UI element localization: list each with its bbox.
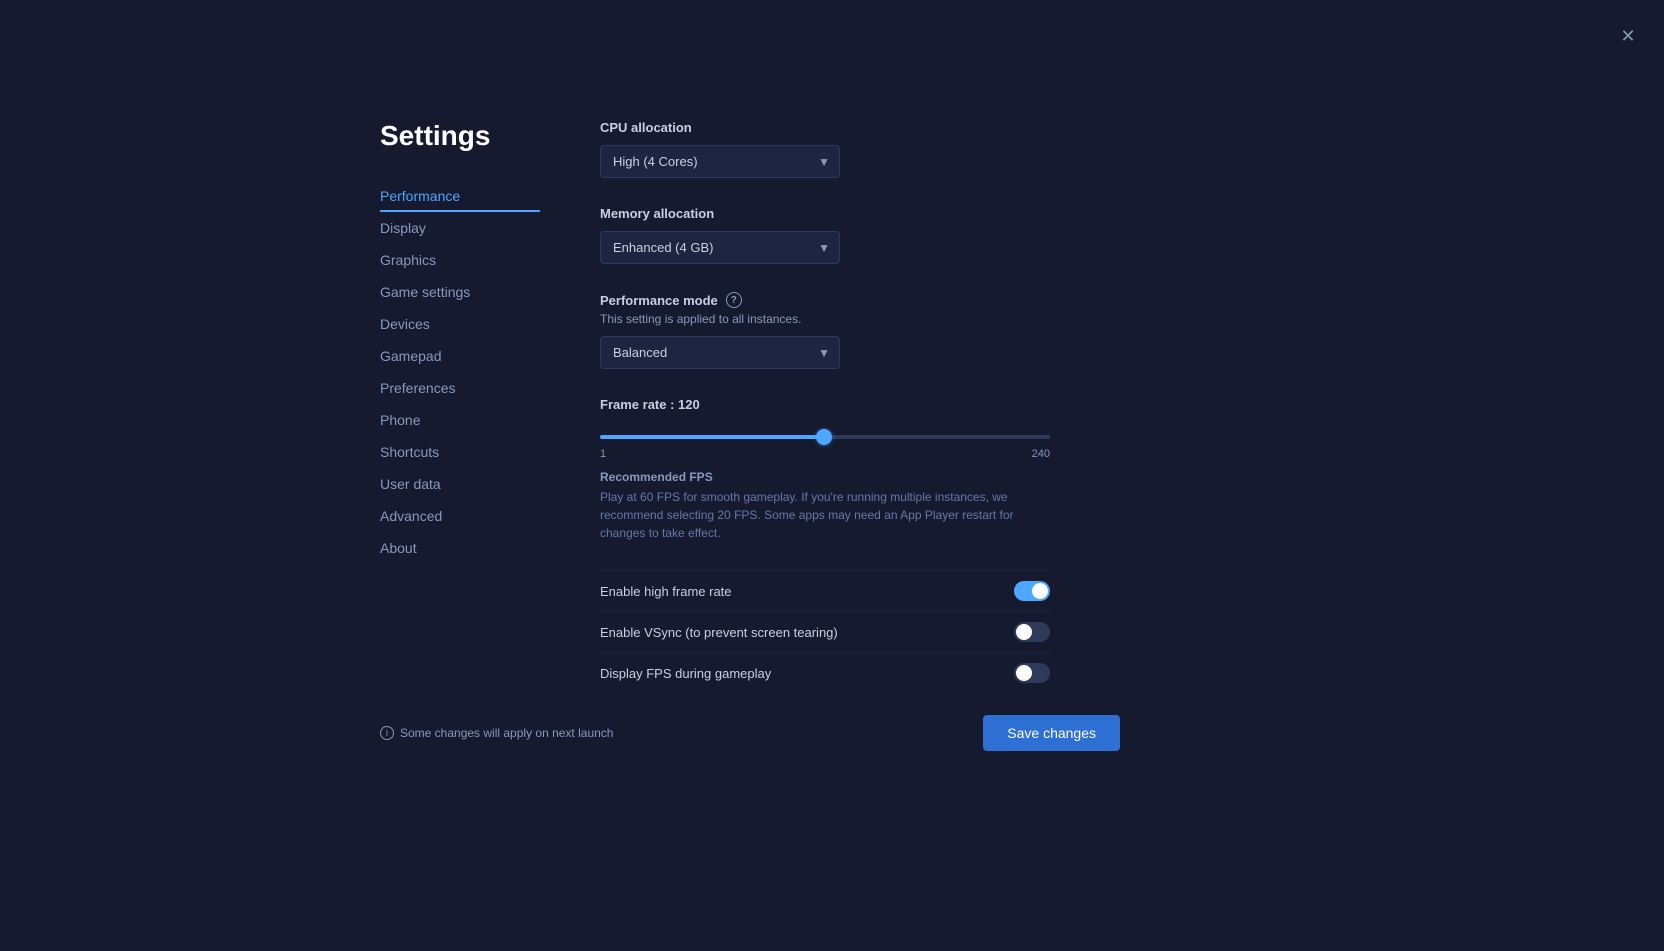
sidebar: PerformanceDisplayGraphicsGame settingsD… xyxy=(380,180,540,564)
sidebar-item-devices[interactable]: Devices xyxy=(380,308,540,340)
toggle-label-display-fps: Display FPS during gameplay xyxy=(600,666,771,681)
memory-allocation-select[interactable]: Low (1 GB)Medium (2 GB)Enhanced (4 GB)Hi… xyxy=(600,231,840,264)
slider-min-label: 1 xyxy=(600,448,606,460)
performance-mode-label: Performance mode xyxy=(600,293,718,308)
toggle-switch-vsync[interactable] xyxy=(1014,622,1050,642)
memory-allocation-select-wrapper: Low (1 GB)Medium (2 GB)Enhanced (4 GB)Hi… xyxy=(600,231,840,264)
cpu-allocation-label: CPU allocation xyxy=(600,120,1280,135)
sidebar-item-preferences[interactable]: Preferences xyxy=(380,372,540,404)
fps-info: Recommended FPS Play at 60 FPS for smoot… xyxy=(600,470,1280,542)
performance-mode-description: This setting is applied to all instances… xyxy=(600,312,1280,326)
frame-rate-slider[interactable] xyxy=(600,435,1050,439)
toggle-track-vsync xyxy=(1014,622,1050,642)
sidebar-item-game-settings[interactable]: Game settings xyxy=(380,276,540,308)
page-title: Settings xyxy=(380,120,540,152)
main-content: CPU allocation Low (1 Core)Medium (2 Cor… xyxy=(600,120,1280,693)
sidebar-item-advanced[interactable]: Advanced xyxy=(380,500,540,532)
frame-rate-section: Frame rate : 120 1 240 Recommended FPS P… xyxy=(600,397,1280,542)
frame-rate-label: Frame rate : 120 xyxy=(600,397,1280,412)
sidebar-item-phone[interactable]: Phone xyxy=(380,404,540,436)
toggle-row-vsync: Enable VSync (to prevent screen tearing) xyxy=(600,611,1050,652)
performance-mode-select[interactable]: Power savingBalancedHigh performance xyxy=(600,336,840,369)
toggle-thumb-display-fps xyxy=(1016,665,1032,681)
sidebar-item-graphics[interactable]: Graphics xyxy=(380,244,540,276)
frame-rate-slider-container: 1 240 xyxy=(600,426,1050,460)
sidebar-item-user-data[interactable]: User data xyxy=(380,468,540,500)
close-icon: ✕ xyxy=(1620,26,1635,47)
footer: i Some changes will apply on next launch… xyxy=(380,715,1120,751)
footer-note: i Some changes will apply on next launch xyxy=(380,726,613,740)
recommended-fps-title: Recommended FPS xyxy=(600,470,1280,484)
slider-max-label: 240 xyxy=(1032,448,1050,460)
toggle-thumb-high-frame-rate xyxy=(1032,583,1048,599)
sidebar-item-display[interactable]: Display xyxy=(380,212,540,244)
info-icon: i xyxy=(380,726,394,740)
footer-note-text: Some changes will apply on next launch xyxy=(400,726,613,740)
sidebar-item-gamepad[interactable]: Gamepad xyxy=(380,340,540,372)
toggle-switch-display-fps[interactable] xyxy=(1014,663,1050,683)
cpu-allocation-select[interactable]: Low (1 Core)Medium (2 Cores)High (4 Core… xyxy=(600,145,840,178)
toggle-label-high-frame-rate: Enable high frame rate xyxy=(600,584,732,599)
toggle-switch-high-frame-rate[interactable] xyxy=(1014,581,1050,601)
cpu-allocation-select-wrapper: Low (1 Core)Medium (2 Cores)High (4 Core… xyxy=(600,145,840,178)
memory-allocation-section: Memory allocation Low (1 GB)Medium (2 GB… xyxy=(600,206,1280,264)
performance-mode-select-wrapper: Power savingBalancedHigh performance ▼ xyxy=(600,336,840,369)
save-button[interactable]: Save changes xyxy=(983,715,1120,751)
memory-allocation-label: Memory allocation xyxy=(600,206,1280,221)
close-button[interactable]: ✕ xyxy=(1612,20,1644,52)
help-icon[interactable]: ? xyxy=(726,292,742,308)
sidebar-item-about[interactable]: About xyxy=(380,532,540,564)
sidebar-item-shortcuts[interactable]: Shortcuts xyxy=(380,436,540,468)
recommended-fps-desc: Play at 60 FPS for smooth gameplay. If y… xyxy=(600,488,1050,542)
toggles-section: Enable high frame rate Enable VSync (to p… xyxy=(600,570,1280,693)
performance-mode-section: Performance mode ? This setting is appli… xyxy=(600,292,1280,369)
toggle-thumb-vsync xyxy=(1016,624,1032,640)
sidebar-item-performance[interactable]: Performance xyxy=(380,180,540,212)
toggle-row-display-fps: Display FPS during gameplay xyxy=(600,652,1050,693)
cpu-allocation-section: CPU allocation Low (1 Core)Medium (2 Cor… xyxy=(600,120,1280,178)
toggle-row-high-frame-rate: Enable high frame rate xyxy=(600,570,1050,611)
toggle-track-display-fps xyxy=(1014,663,1050,683)
toggle-track-high-frame-rate xyxy=(1014,581,1050,601)
toggle-label-vsync: Enable VSync (to prevent screen tearing) xyxy=(600,625,838,640)
